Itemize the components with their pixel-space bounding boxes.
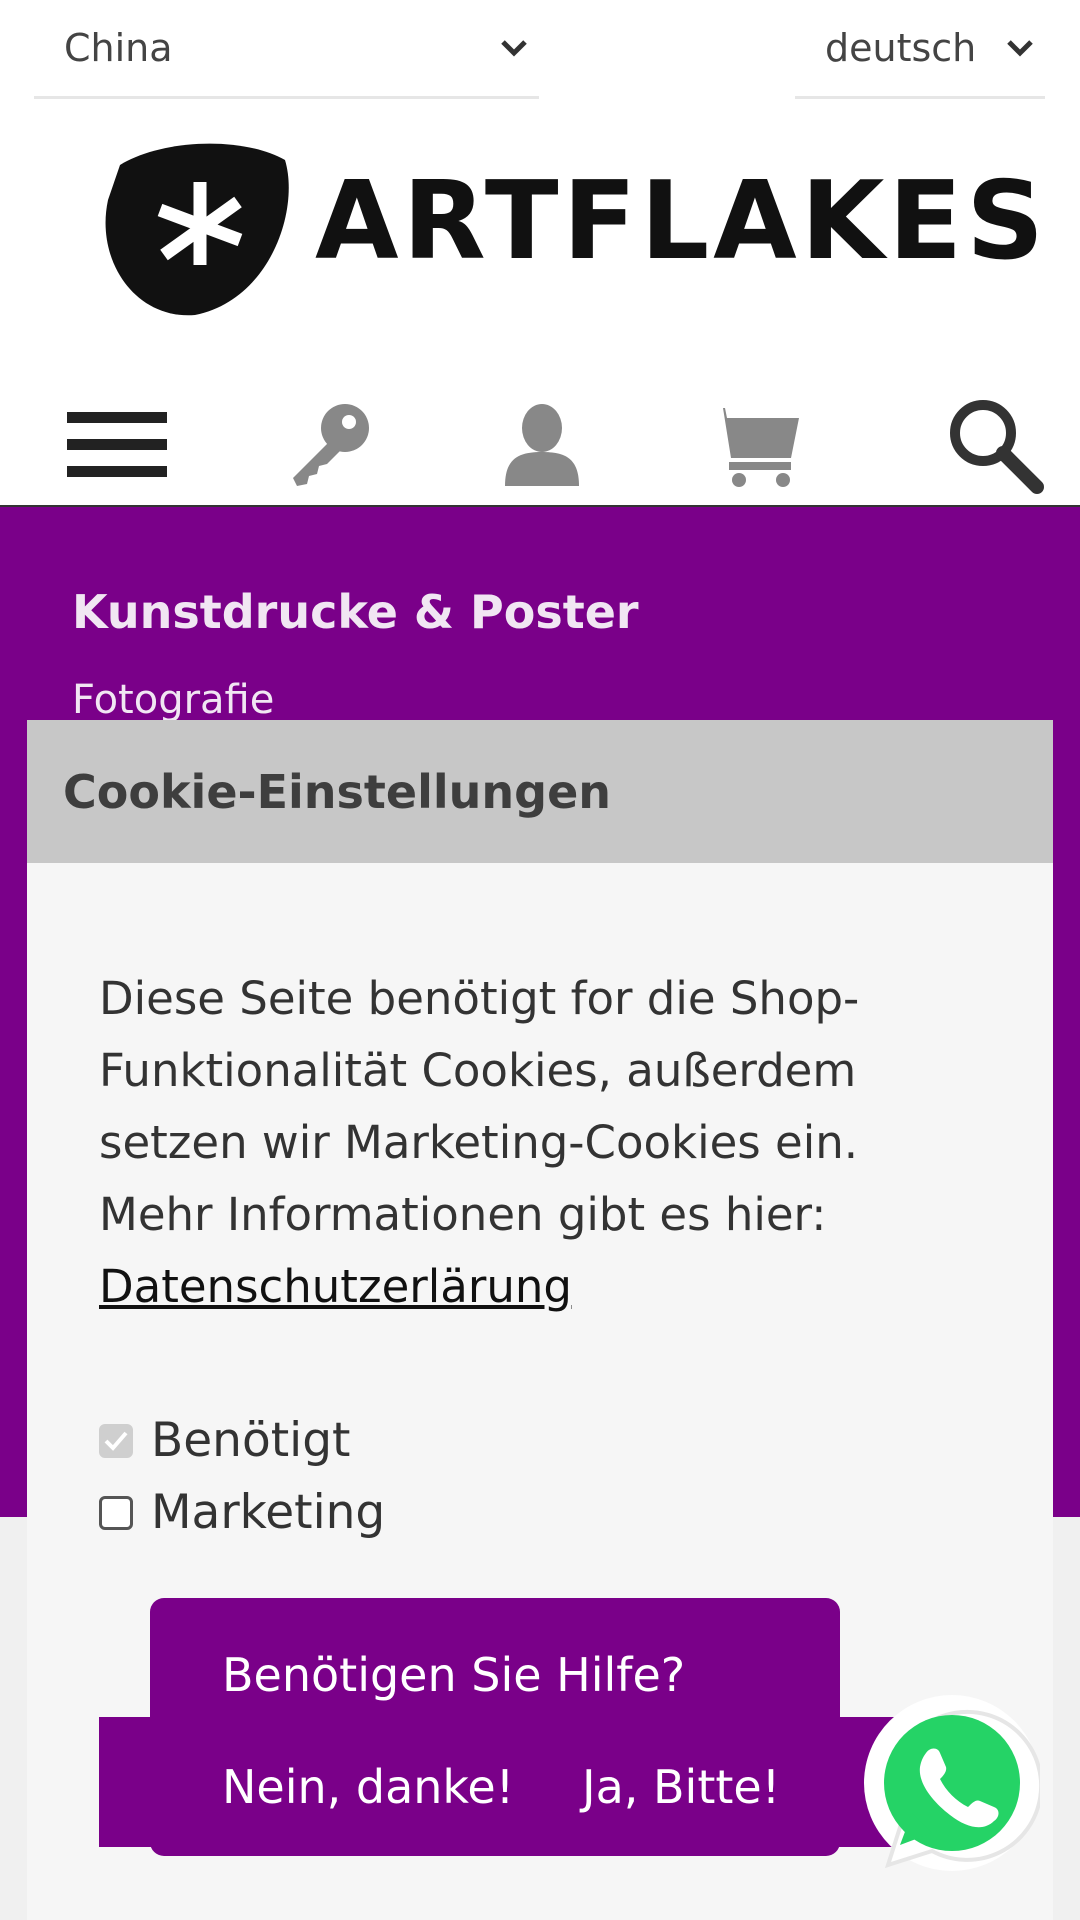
cookie-description: Diese Seite benötigt for die Shop-Funkti… bbox=[99, 972, 860, 1241]
marketing-label[interactable]: Marketing bbox=[151, 1477, 385, 1549]
help-yes-button[interactable]: Ja, Bitte! bbox=[582, 1760, 780, 1814]
whatsapp-icon bbox=[864, 1695, 1044, 1871]
logo-mark bbox=[105, 143, 289, 316]
cookie-dialog-body: Diese Seite benötigt for die Shop-Funkti… bbox=[27, 863, 1053, 1549]
cookie-dialog-title: Cookie-Einstellungen bbox=[63, 764, 612, 819]
help-question: Benötigen Sie Hilfe? bbox=[222, 1648, 686, 1702]
required-checkbox bbox=[99, 1424, 133, 1458]
whatsapp-button[interactable] bbox=[860, 1695, 1044, 1875]
country-value: China bbox=[64, 26, 173, 70]
required-label: Benötigt bbox=[151, 1413, 351, 1468]
subcategory-link[interactable]: Fotografie bbox=[72, 677, 274, 723]
search-icon[interactable] bbox=[940, 390, 1050, 500]
privacy-policy-link[interactable]: Datenschutzerlärung bbox=[99, 1260, 572, 1313]
help-popup: Benötigen Sie Hilfe? Nein, danke! Ja, Bi… bbox=[150, 1598, 840, 1856]
option-required: Benötigt bbox=[99, 1405, 983, 1477]
main-icon-nav bbox=[0, 370, 1080, 509]
artflakes-logo[interactable]: ARTFLAKES bbox=[100, 140, 1044, 320]
option-marketing[interactable]: Marketing bbox=[99, 1477, 983, 1549]
logo-text: ARTFLAKES bbox=[315, 159, 1048, 284]
user-icon[interactable] bbox=[487, 390, 597, 500]
category-title[interactable]: Kunstdrucke & Poster bbox=[72, 585, 639, 639]
cookie-dialog-header: Cookie-Einstellungen bbox=[27, 720, 1053, 863]
language-value: deutsch bbox=[825, 26, 977, 70]
help-no-button[interactable]: Nein, danke! bbox=[222, 1760, 514, 1814]
cart-icon[interactable] bbox=[698, 390, 808, 500]
chevron-down-icon bbox=[489, 0, 539, 96]
country-select[interactable]: China bbox=[34, 0, 539, 99]
key-icon[interactable] bbox=[275, 390, 385, 500]
top-selectors: China deutsch bbox=[0, 0, 1080, 100]
cookie-options: Benötigt Marketing bbox=[99, 1405, 983, 1549]
language-select[interactable]: deutsch bbox=[795, 0, 1045, 99]
marketing-checkbox[interactable] bbox=[99, 1496, 133, 1530]
chevron-down-icon bbox=[995, 0, 1045, 96]
menu-icon[interactable] bbox=[62, 390, 172, 500]
